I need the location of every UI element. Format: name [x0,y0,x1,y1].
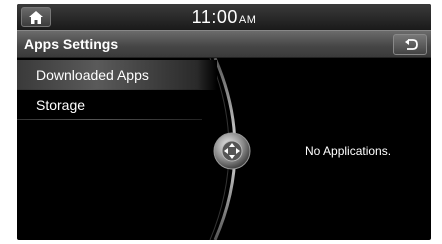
divider [17,119,202,120]
back-arrow-icon [405,39,418,50]
clock: 11:00AM [17,7,431,28]
menu-item-downloaded-apps[interactable]: Downloaded Apps [17,60,217,90]
status-bar: 11:00AM [17,4,431,30]
back-button[interactable] [393,34,427,55]
joystick-scroll-icon[interactable] [213,132,251,170]
menu-item-label: Storage [36,97,86,113]
clock-time: 11:00 [191,7,238,27]
empty-message: No Applications. [305,144,392,158]
clock-ampm: AM [238,14,257,26]
page-title: Apps Settings [24,36,119,52]
menu-item-storage[interactable]: Storage [17,90,217,120]
menu-item-label: Downloaded Apps [36,67,149,83]
menu-list: Downloaded Apps Storage [17,60,217,120]
head-unit-screen: 11:00AM Apps Settings Downloaded Apps St… [17,4,431,240]
title-bar: Apps Settings [17,30,431,58]
